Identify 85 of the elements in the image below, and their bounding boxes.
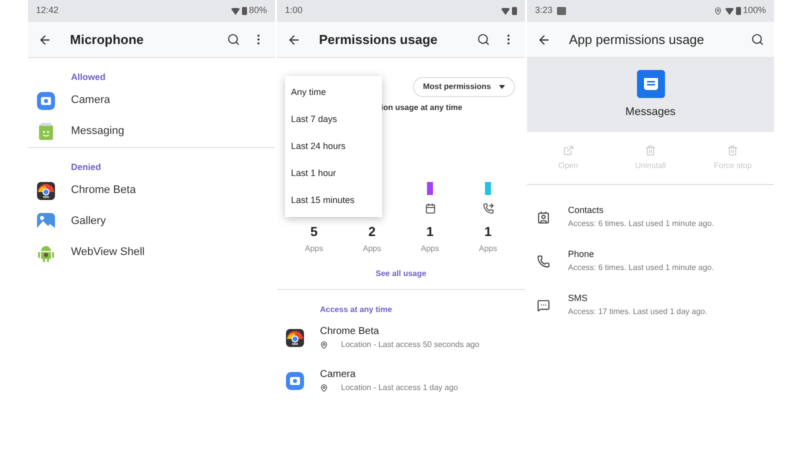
permission-detail: Access: 6 times. Last used 1 minute ago. (568, 218, 714, 230)
chrome-beta-app-icon (286, 328, 304, 346)
chrome-beta-app-icon (37, 182, 55, 200)
menu-item[interactable]: Last 24 hours (285, 133, 382, 160)
app-name: Messages (625, 104, 676, 120)
apps-label: Apps (478, 243, 498, 255)
apps-label: Apps (304, 243, 324, 255)
apps-label: Apps (420, 243, 440, 255)
back-icon[interactable] (537, 32, 551, 46)
call-log-icon (482, 203, 494, 214)
app-count: 5 (310, 225, 318, 238)
open-icon (562, 144, 574, 156)
app-list-item[interactable]: Camera (28, 85, 275, 116)
back-icon[interactable] (38, 32, 52, 46)
see-all-usage-link[interactable]: See all usage (376, 268, 426, 280)
section-header: Denied (70, 161, 102, 174)
permission-detail: Access: 17 times. Last used 1 day ago. (568, 306, 708, 318)
location-icon (714, 7, 722, 15)
app-name: Gallery (71, 214, 106, 230)
screen-title: App permissions usage (569, 30, 704, 49)
wifi-icon (724, 8, 734, 14)
app-list-item[interactable]: WebView Shell (28, 237, 275, 268)
battery-icon (736, 7, 741, 15)
app-usage-item[interactable]: Camera Location - Last access 1 day ago (277, 359, 525, 402)
location-icon (320, 341, 328, 349)
app-count: 2 (368, 225, 376, 238)
screen-title: Microphone (70, 30, 144, 49)
app-name: Camera (71, 93, 110, 108)
menu-item[interactable]: Last 1 hour (285, 160, 382, 187)
messages-app-icon (636, 70, 664, 98)
battery-icon (242, 7, 247, 15)
messaging-app-icon (37, 122, 55, 140)
status-time: 12:42 (36, 4, 59, 18)
menu-item[interactable]: Last 15 minutes (285, 187, 382, 214)
status-time: 1:00 (285, 4, 303, 18)
location-icon (320, 384, 328, 392)
section-header: Access at any time (319, 304, 394, 316)
search-icon[interactable] (477, 33, 490, 46)
wifi-icon (501, 8, 510, 14)
search-icon[interactable] (227, 33, 240, 46)
trash-icon (727, 144, 738, 156)
app-usage-item[interactable]: Chrome Beta Location - Last access 50 seconds ago (277, 316, 525, 359)
app-name: Messaging (71, 124, 124, 140)
sms-icon (537, 298, 550, 312)
notification-icon (556, 7, 566, 15)
app-list-item[interactable]: Gallery (28, 206, 275, 237)
menu-item[interactable]: Any time (285, 79, 382, 106)
app-name: Camera (320, 368, 357, 382)
access-detail: Location - Last access 50 seconds ago (341, 339, 480, 351)
screen-title: Permissions usage (319, 30, 438, 49)
permission-name: Contacts (568, 204, 605, 218)
permission-detail: Access: 6 times. Last used 1 minute ago. (568, 262, 714, 274)
caret-icon (499, 85, 505, 89)
app-list-item[interactable]: Chrome Beta (28, 175, 275, 206)
android-app-icon (37, 244, 55, 262)
camera-app-icon (37, 92, 55, 110)
app-count: 1 (484, 225, 492, 238)
permission-name: SMS (568, 292, 589, 306)
app-name: Chrome Beta (320, 325, 380, 339)
trash-icon (644, 144, 656, 156)
gallery-app-icon (37, 212, 55, 230)
status-time: 3:23 (535, 4, 553, 18)
calendar-icon (424, 203, 436, 214)
battery-percent: 80% (248, 4, 267, 18)
phone-icon (537, 254, 550, 268)
app-name: Chrome Beta (71, 183, 136, 198)
app-list-item[interactable]: Messaging (28, 116, 275, 147)
app-count: 1 (426, 225, 434, 238)
app-name: WebView Shell (71, 245, 145, 260)
battery-percent: 100% (742, 4, 766, 18)
contacts-icon (537, 210, 550, 224)
permission-item[interactable]: SMS Access: 17 times. Last used 1 day ago. (527, 283, 774, 327)
search-icon[interactable] (751, 33, 764, 46)
wifi-icon (230, 8, 240, 14)
permission-item[interactable]: Phone Access: 6 times. Last used 1 minute ago. (527, 239, 774, 283)
menu-item[interactable]: Last 7 days (285, 106, 382, 133)
sort-chip[interactable]: Most permissions (412, 77, 515, 97)
apps-label: Apps (362, 243, 382, 255)
access-detail: Location - Last access 1 day ago (341, 382, 458, 394)
camera-app-icon (286, 372, 304, 390)
permission-name: Phone (568, 248, 596, 262)
back-icon[interactable] (287, 32, 301, 46)
permission-item[interactable]: Contacts Access: 6 times. Last used 1 minute ago. (527, 195, 774, 239)
section-header: Allowed (70, 71, 107, 84)
battery-icon (512, 7, 517, 15)
